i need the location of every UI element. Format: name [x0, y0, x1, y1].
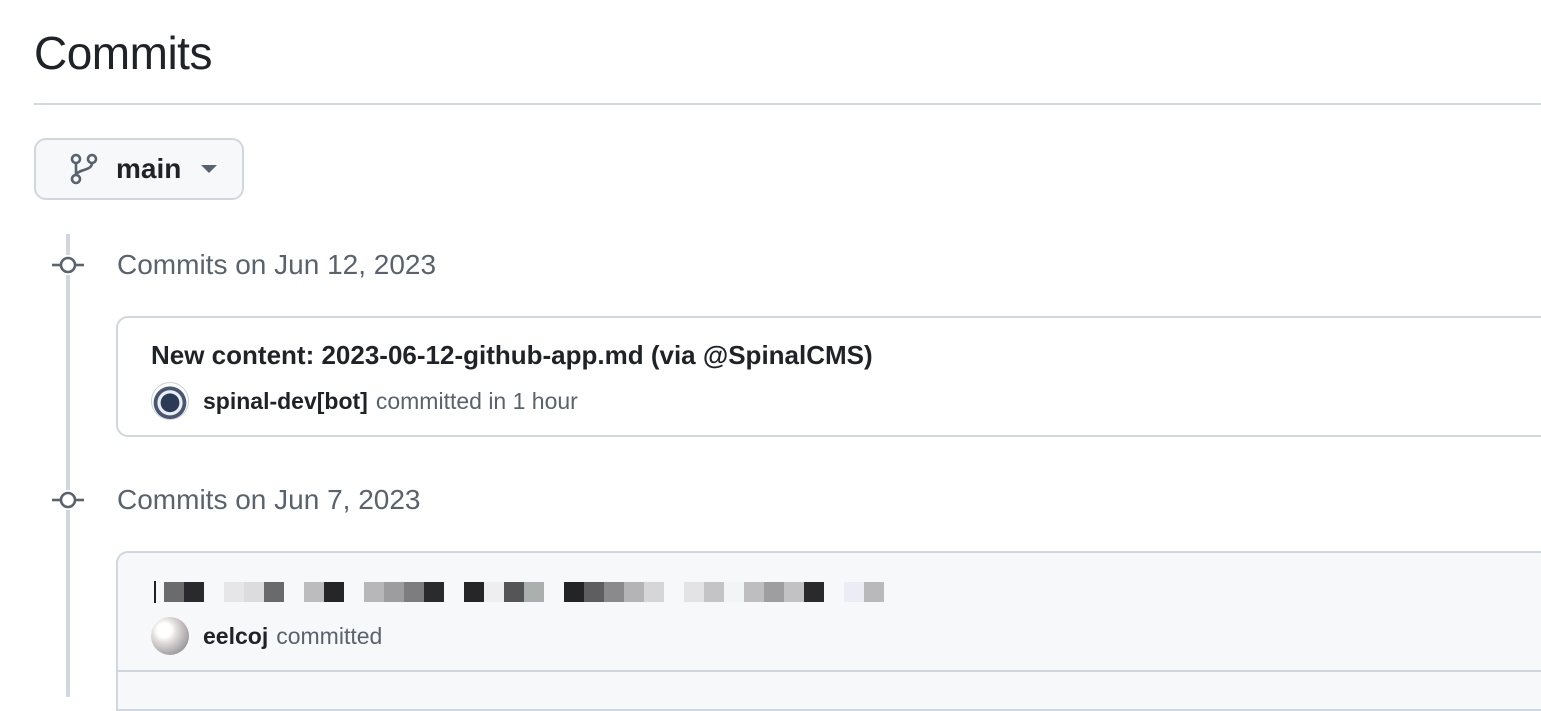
commit-group-heading: Commits on Jun 12, 2023: [117, 249, 437, 280]
branch-name: main: [116, 153, 182, 184]
redacted-commit-title: [154, 581, 884, 603]
commit-meta: eelcoj committed: [151, 617, 382, 655]
author-link[interactable]: spinal-dev[bot]: [203, 388, 368, 415]
commit-meta: spinal-dev[bot] committed in 1 hour: [151, 382, 578, 420]
timeline-line: [66, 234, 70, 697]
commit-item: eelcoj committed: [116, 551, 1541, 711]
user-avatar[interactable]: [151, 617, 189, 655]
title-divider: [34, 103, 1541, 105]
commit-group-icon: [50, 490, 86, 510]
git-branch-icon: [70, 153, 98, 185]
bot-avatar[interactable]: [151, 382, 189, 420]
triangle-down-icon: [199, 163, 219, 175]
card-divider: [118, 670, 1541, 672]
commit-group-heading: Commits on Jun 7, 2023: [117, 484, 421, 515]
commit-item: New content: 2023-06-12-github-app.md (v…: [116, 316, 1541, 437]
author-link[interactable]: eelcoj: [203, 623, 268, 650]
branch-select-button[interactable]: main: [34, 138, 244, 200]
commit-time-text: committed: [276, 622, 383, 649]
commit-title-link[interactable]: New content: 2023-06-12-github-app.md (v…: [151, 340, 873, 371]
text-cursor: [154, 581, 156, 603]
page-title: Commits: [34, 27, 212, 79]
commit-group-icon: [50, 255, 86, 275]
commit-time-text: committed in 1 hour: [375, 387, 578, 414]
